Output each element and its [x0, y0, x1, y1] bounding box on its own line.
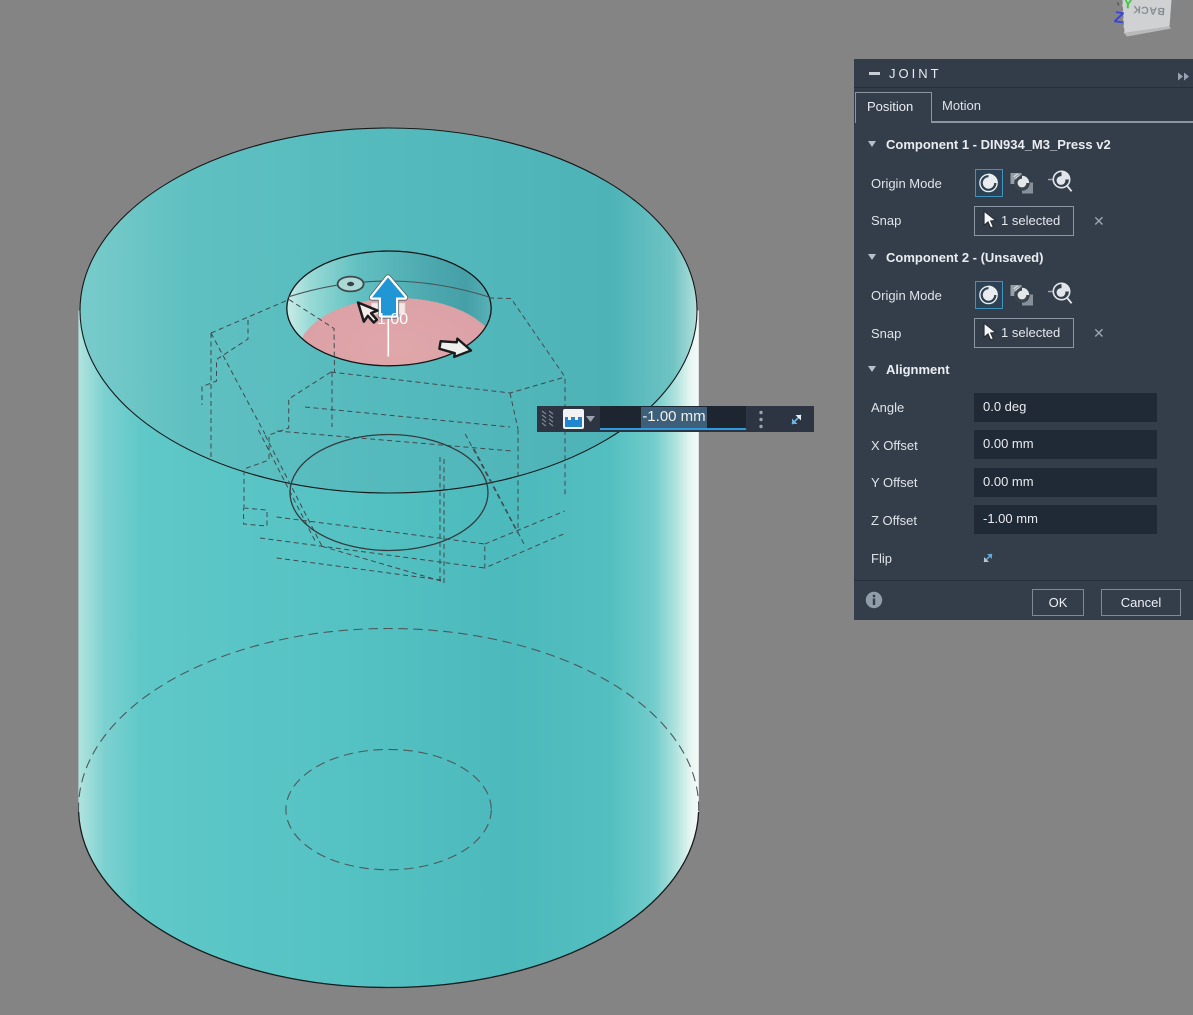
svg-text:Y: Y — [1123, 0, 1134, 12]
svg-text:1.00: 1.00 — [377, 311, 408, 328]
svg-text:BACK: BACK — [1132, 3, 1165, 17]
